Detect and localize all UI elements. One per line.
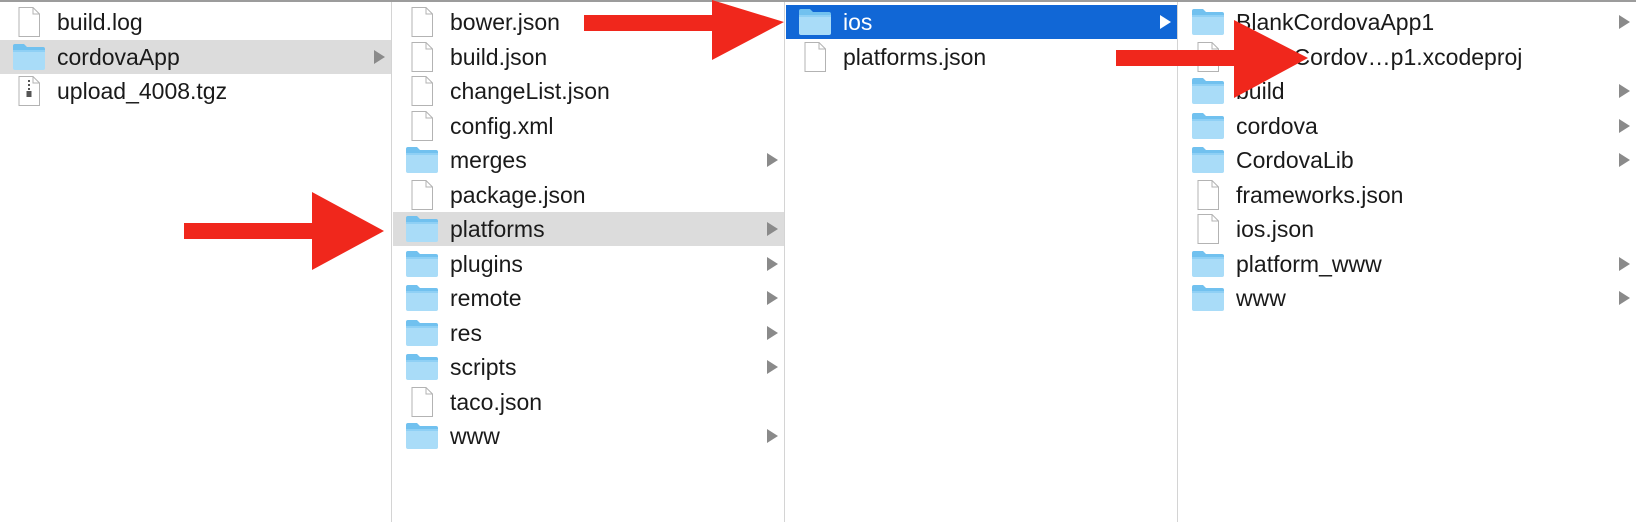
folder-row[interactable]: platforms <box>393 212 784 246</box>
file-row[interactable]: upload_4008.tgz <box>0 74 391 108</box>
folder-icon <box>1191 249 1225 279</box>
column-divider[interactable] <box>784 2 785 522</box>
document-icon <box>405 110 439 141</box>
file-row[interactable]: frameworks.json <box>1179 178 1636 212</box>
item-label: upload_4008.tgz <box>57 78 228 104</box>
folder-icon <box>405 318 439 348</box>
item-label: taco.json <box>450 388 543 415</box>
item-label: ios <box>843 9 873 35</box>
chevron-right-icon[interactable] <box>767 291 778 305</box>
folder-row[interactable]: cordovaApp <box>0 39 391 74</box>
item-label: ios.json <box>1236 216 1314 242</box>
item-label: plugins <box>450 250 523 277</box>
item-label: cordovaApp <box>57 43 180 70</box>
document-icon <box>405 179 439 210</box>
chevron-right-icon[interactable] <box>1619 84 1630 98</box>
item-label: platforms <box>450 216 545 242</box>
document-icon <box>405 7 439 37</box>
document-icon <box>12 7 46 37</box>
item-label: build.json <box>450 43 548 70</box>
file-row[interactable]: changeList.json <box>393 74 784 108</box>
folder-icon <box>405 421 439 451</box>
folder-row[interactable]: cordova <box>1179 109 1636 143</box>
file-row[interactable]: ios.json <box>1179 212 1636 246</box>
folder-icon <box>405 352 439 382</box>
document-icon <box>405 41 439 72</box>
chevron-right-icon[interactable] <box>767 222 778 236</box>
red-arrow-icon <box>1116 20 1308 98</box>
chevron-right-icon[interactable] <box>767 360 778 374</box>
red-arrow-icon <box>184 192 384 270</box>
chevron-right-icon[interactable] <box>374 49 385 64</box>
folder-icon <box>405 214 439 244</box>
document-icon <box>1191 214 1225 244</box>
folder-row[interactable]: plugins <box>393 247 784 281</box>
item-label: res <box>450 319 482 346</box>
folder-row[interactable]: www <box>1179 281 1636 315</box>
chevron-right-icon[interactable] <box>1619 15 1630 29</box>
column-divider[interactable] <box>391 2 392 522</box>
item-label: www <box>1236 285 1286 311</box>
folder-icon <box>1191 283 1225 313</box>
item-label: cordova <box>1236 112 1318 139</box>
chevron-right-icon[interactable] <box>767 256 778 271</box>
column-2[interactable]: bower.json build.json changeList.json confi… <box>393 2 784 522</box>
zip-archive-icon <box>12 76 46 106</box>
item-label: changeList.json <box>450 78 610 104</box>
item-label: CordovaLib <box>1236 147 1354 173</box>
folder-row[interactable]: CordovaLib <box>1179 143 1636 177</box>
folder-row[interactable]: remote <box>393 281 784 315</box>
chevron-right-icon[interactable] <box>767 325 778 340</box>
file-row[interactable]: taco.json <box>393 385 784 419</box>
folder-icon <box>798 7 832 37</box>
item-label: platforms.json <box>843 43 987 70</box>
folder-row[interactable]: platform_www <box>1179 247 1636 281</box>
chevron-right-icon[interactable] <box>1619 118 1630 133</box>
document-icon <box>405 76 439 106</box>
folder-row[interactable]: www <box>393 419 784 453</box>
item-label: remote <box>450 285 522 311</box>
item-label: scripts <box>450 354 517 380</box>
chevron-right-icon[interactable] <box>767 429 778 443</box>
file-row[interactable]: config.xml <box>393 109 784 143</box>
file-row[interactable]: build.log <box>0 5 391 39</box>
red-arrow-icon <box>584 0 784 60</box>
item-label: www <box>450 423 500 449</box>
folder-icon <box>1191 111 1225 141</box>
document-icon <box>405 386 439 417</box>
folder-row[interactable]: res <box>393 316 784 350</box>
chevron-right-icon[interactable] <box>1619 291 1630 305</box>
file-row[interactable]: package.json <box>393 178 784 212</box>
item-label: platform_www <box>1236 250 1382 277</box>
document-icon <box>798 41 832 72</box>
chevron-right-icon[interactable] <box>1619 256 1630 271</box>
document-icon <box>1191 179 1225 210</box>
item-label: package.json <box>450 181 586 208</box>
folder-icon <box>405 145 439 175</box>
item-label: merges <box>450 147 527 173</box>
folder-icon <box>1191 145 1225 175</box>
folder-row[interactable]: merges <box>393 143 784 177</box>
folder-icon <box>405 249 439 279</box>
chevron-right-icon[interactable] <box>767 153 778 167</box>
item-label: frameworks.json <box>1236 181 1404 208</box>
item-label: config.xml <box>450 112 554 139</box>
item-label: bower.json <box>450 9 560 35</box>
chevron-right-icon[interactable] <box>1619 153 1630 167</box>
item-label: build.log <box>57 9 143 35</box>
folder-icon <box>12 42 46 72</box>
folder-icon <box>405 283 439 313</box>
folder-row[interactable]: scripts <box>393 350 784 384</box>
